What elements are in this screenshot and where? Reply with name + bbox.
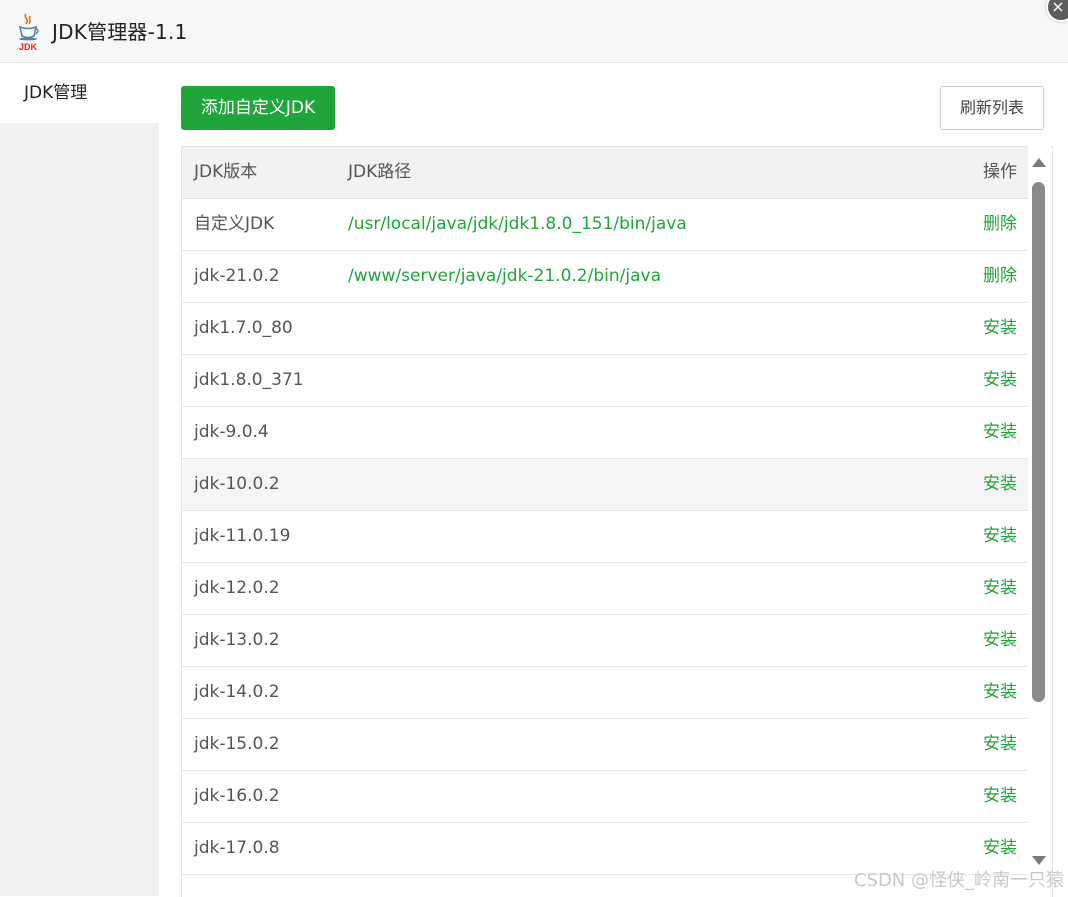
sidebar-item-jdk-manage[interactable]: JDK管理 <box>0 63 159 123</box>
install-link[interactable]: 安装 <box>983 407 1017 458</box>
scroll-up-arrow-icon[interactable] <box>1032 158 1046 167</box>
table-row: jdk1.7.0_80 安装 <box>182 303 1028 355</box>
table-row: jdk-21.0.2 /www/server/java/jdk-21.0.2/b… <box>182 251 1028 303</box>
delete-link[interactable]: 删除 <box>983 199 1017 250</box>
delete-link[interactable]: 删除 <box>983 251 1017 302</box>
jdk-table: JDK版本 JDK路径 操作 自定义JDK /usr/local/java/jd… <box>181 146 1053 897</box>
logo-text: JDK <box>19 42 38 52</box>
install-link[interactable]: 安装 <box>983 303 1017 354</box>
row-version: jdk-17.0.8 <box>194 838 280 858</box>
row-version: 自定义JDK <box>194 214 275 234</box>
table-row: 自定义JDK /usr/local/java/jdk/jdk1.8.0_151/… <box>182 199 1028 251</box>
header-path: JDK路径 <box>348 162 412 182</box>
row-version: jdk1.7.0_80 <box>194 318 293 338</box>
window-title: JDK管理器-1.1 <box>52 20 188 44</box>
table-scrollbar[interactable] <box>1028 146 1050 896</box>
table-row: jdk1.8.0_371 安装 <box>182 355 1028 407</box>
table-row: jdk-14.0.2 安装 <box>182 667 1028 719</box>
table-row: jdk-10.0.2 安装 <box>182 459 1028 511</box>
row-version: jdk-10.0.2 <box>194 474 280 494</box>
table-row: jdk-11.0.19 安装 <box>182 511 1028 563</box>
scrollbar-thumb[interactable] <box>1032 182 1045 702</box>
row-path: /usr/local/java/jdk/jdk1.8.0_151/bin/jav… <box>348 214 687 234</box>
install-link[interactable]: 安装 <box>983 563 1017 614</box>
table-header: JDK版本 JDK路径 操作 <box>182 147 1028 199</box>
install-link[interactable]: 安装 <box>983 355 1017 406</box>
row-version: jdk-9.0.4 <box>194 422 269 442</box>
row-version: jdk-16.0.2 <box>194 786 280 806</box>
table-body: 自定义JDK /usr/local/java/jdk/jdk1.8.0_151/… <box>182 199 1028 875</box>
refresh-list-button[interactable]: 刷新列表 <box>940 86 1044 130</box>
table-row: jdk-13.0.2 安装 <box>182 615 1028 667</box>
row-version: jdk-15.0.2 <box>194 734 280 754</box>
title-bar: JDK JDK管理器-1.1 <box>0 0 1068 63</box>
install-link[interactable]: 安装 <box>983 511 1017 562</box>
install-link[interactable]: 安装 <box>983 719 1017 770</box>
table-row: jdk-15.0.2 安装 <box>182 719 1028 771</box>
install-link[interactable]: 安装 <box>983 667 1017 718</box>
install-link[interactable]: 安装 <box>983 615 1017 666</box>
header-version: JDK版本 <box>194 162 258 182</box>
row-version: jdk1.8.0_371 <box>194 370 304 390</box>
header-action: 操作 <box>983 162 1017 182</box>
add-custom-jdk-button[interactable]: 添加自定义JDK <box>181 86 335 130</box>
scroll-down-arrow-icon[interactable] <box>1032 856 1046 865</box>
row-version: jdk-12.0.2 <box>194 578 280 598</box>
row-version: jdk-11.0.19 <box>194 526 291 546</box>
row-version: jdk-14.0.2 <box>194 682 280 702</box>
install-link[interactable]: 安装 <box>983 459 1017 510</box>
watermark: CSDN @怪侠_岭南一只猿 <box>853 870 1064 891</box>
row-version: jdk-21.0.2 <box>194 266 280 286</box>
table-row: jdk-16.0.2 安装 <box>182 771 1028 823</box>
sidebar: JDK管理 <box>0 63 159 896</box>
java-cup-icon: JDK <box>18 13 39 52</box>
install-link[interactable]: 安装 <box>983 771 1017 822</box>
row-version: jdk-13.0.2 <box>194 630 280 650</box>
table-row: jdk-12.0.2 安装 <box>182 563 1028 615</box>
table-row: jdk-9.0.4 安装 <box>182 407 1028 459</box>
row-path: /www/server/java/jdk-21.0.2/bin/java <box>348 266 661 286</box>
